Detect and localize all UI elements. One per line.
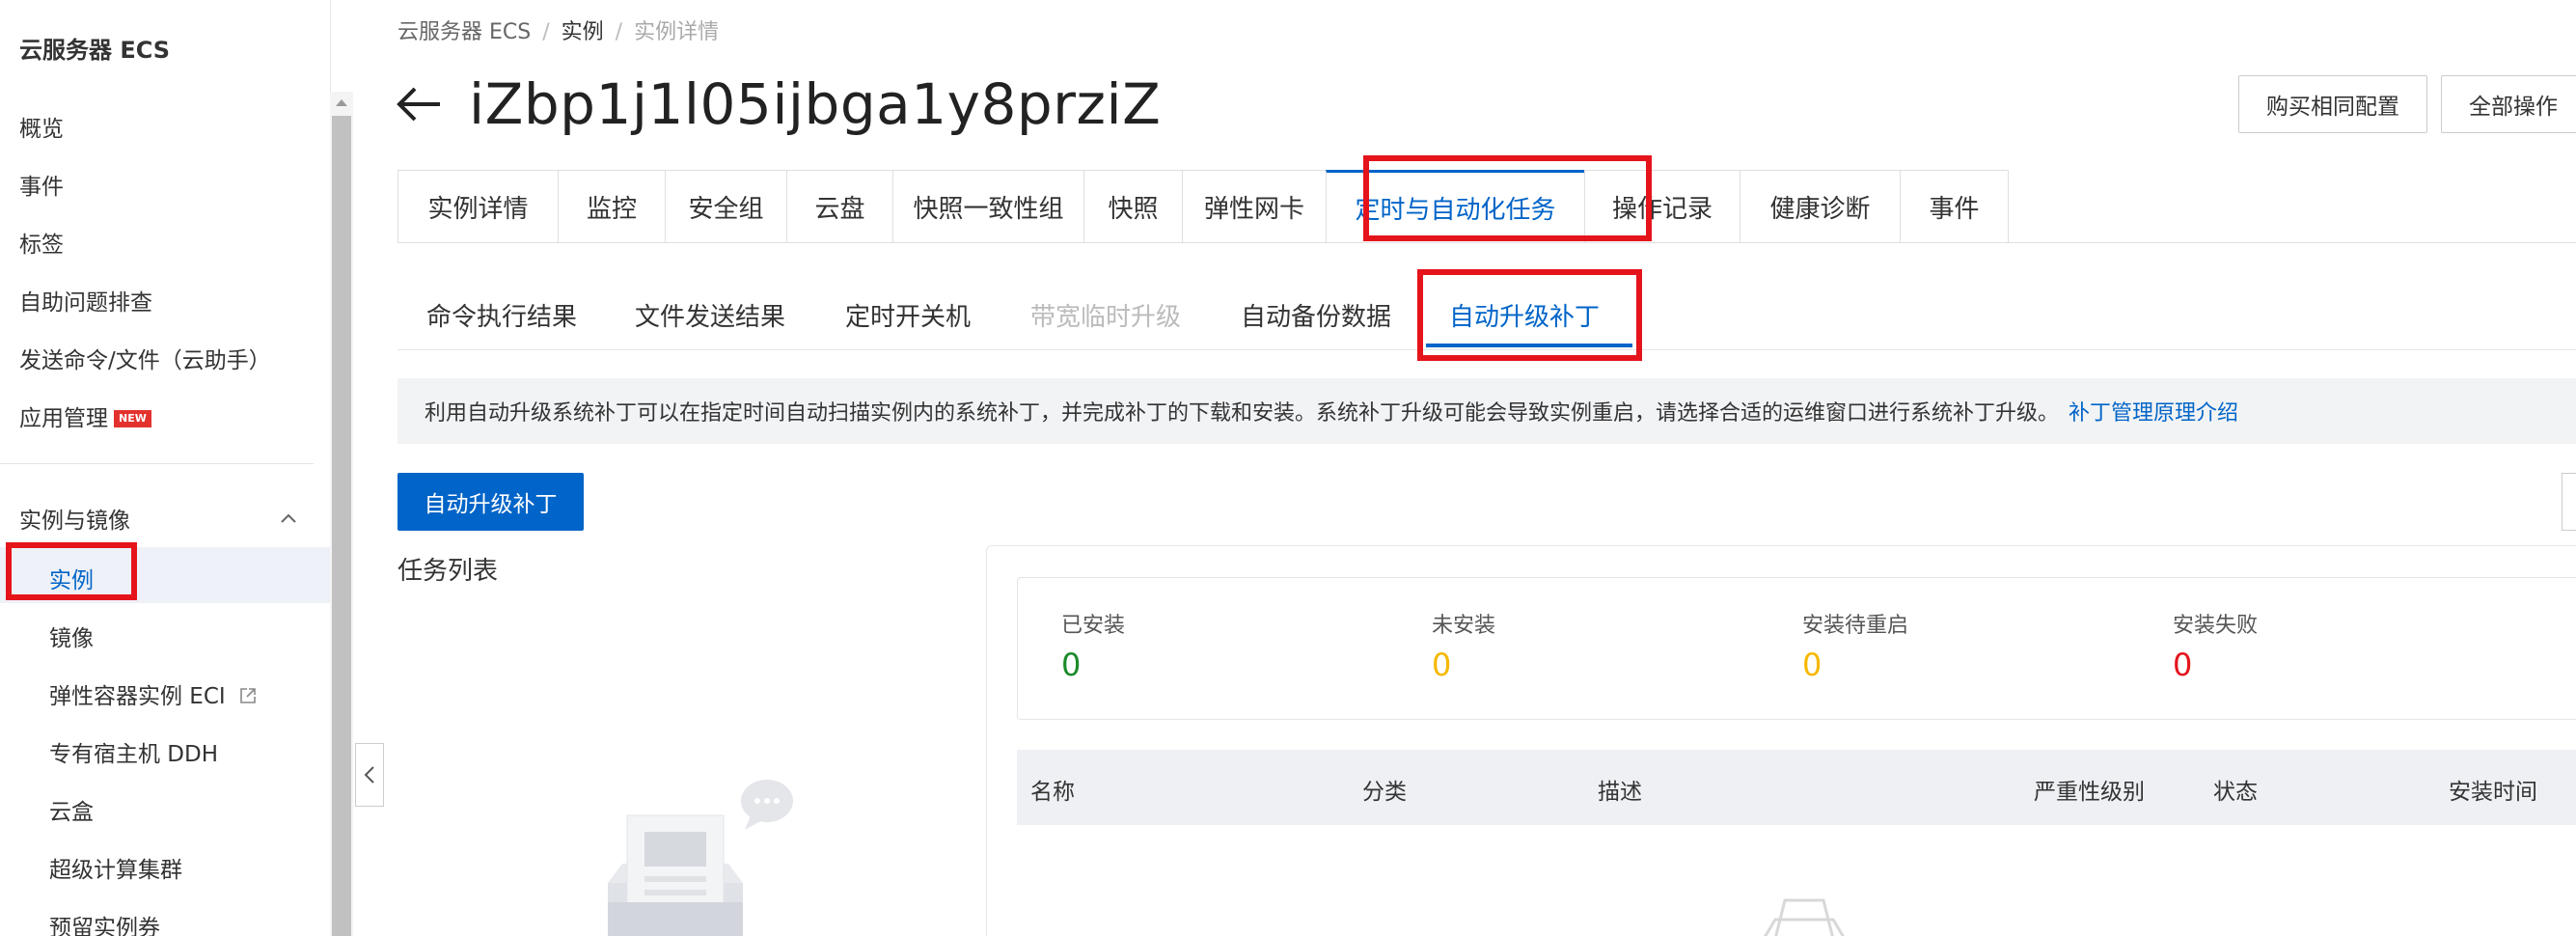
- sidebar-item-reserved-instances[interactable]: 预留实例券: [49, 909, 160, 936]
- sidebar-group-instances-images[interactable]: 实例与镜像: [19, 502, 130, 535]
- info-banner: 利用自动升级系统补丁可以在指定时间自动扫描实例内的系统补丁，并完成补丁的下载和安…: [397, 378, 2576, 444]
- stat-not-installed-value: 0: [1432, 647, 1452, 683]
- sidebar-item-label: 应用管理: [19, 406, 108, 431]
- breadcrumb: 云服务器 ECS / 实例 / 实例详情: [397, 20, 720, 44]
- chevron-up-icon[interactable]: [280, 509, 297, 527]
- sidebar-item-app-management[interactable]: 应用管理 NEW: [19, 399, 151, 432]
- sidebar-item-tags[interactable]: 标签: [19, 226, 64, 259]
- tab-instance-detail[interactable]: 实例详情: [397, 170, 558, 243]
- column-header-install-time: 安装时间: [2449, 780, 2537, 805]
- sidebar-item-label: 弹性容器实例 ECI: [49, 684, 226, 709]
- instance-tabs: 实例详情 监控 安全组 云盘 快照一致性组 快照 弹性网卡 定时与自动化任务 操…: [397, 170, 2009, 243]
- empty-inbox-icon: [1764, 898, 1845, 936]
- patch-principles-link[interactable]: 补丁管理原理介绍: [2069, 396, 2238, 427]
- subtab-command-results[interactable]: 命令执行结果: [426, 297, 577, 333]
- stat-installed-label: 已安装: [1061, 614, 1126, 638]
- sidebar-item-images[interactable]: 镜像: [49, 619, 94, 652]
- task-list-heading: 任务列表: [397, 557, 499, 586]
- patch-stats-summary: [1017, 577, 2576, 720]
- column-header-severity: 严重性级别: [2034, 780, 2145, 805]
- tabs-divider: [397, 242, 2576, 243]
- sidebar-item-supercomputing-cluster[interactable]: 超级计算集群: [49, 851, 182, 884]
- breadcrumb-item-instances[interactable]: 实例: [562, 20, 604, 44]
- tab-snapshot[interactable]: 快照: [1083, 170, 1182, 243]
- stat-failed-value: 0: [2173, 647, 2193, 683]
- sidebar-item-self-troubleshoot[interactable]: 自助问题排查: [19, 284, 152, 317]
- subtab-file-send-results[interactable]: 文件发送结果: [635, 297, 785, 333]
- auto-patch-upgrade-button[interactable]: 自动升级补丁: [397, 473, 584, 531]
- empty-state-illustration: [608, 780, 793, 936]
- annotation-highlight-instances: [6, 542, 137, 600]
- annotation-highlight-patch-subtab: [1417, 269, 1642, 361]
- breadcrumb-item-ecs[interactable]: 云服务器 ECS: [397, 20, 531, 44]
- tab-events[interactable]: 事件: [1900, 170, 2009, 243]
- toolbar-right-button[interactable]: [2562, 473, 2576, 531]
- external-link-icon: [240, 688, 256, 703]
- tab-snapshot-consistency-group[interactable]: 快照一致性组: [892, 170, 1083, 243]
- annotation-highlight-automation-tab: [1363, 155, 1652, 241]
- tab-monitoring[interactable]: 监控: [558, 170, 665, 243]
- stat-failed-label: 安装失败: [2173, 614, 2259, 638]
- sidebar: 云服务器 ECS 概览 事件 标签 自助问题排查 发送命令/文件（云助手） 应用…: [0, 0, 331, 936]
- subtab-scheduled-power[interactable]: 定时开关机: [845, 297, 971, 333]
- info-text: 利用自动升级系统补丁可以在指定时间自动扫描实例内的系统补丁，并完成补丁的下载和安…: [425, 401, 2060, 426]
- column-header-status: 状态: [2213, 780, 2258, 805]
- sidebar-item-overview[interactable]: 概览: [19, 110, 64, 143]
- subtab-bandwidth-upgrade: 带宽临时升级: [1030, 303, 1182, 332]
- sidebar-item-events[interactable]: 事件: [19, 168, 64, 201]
- patch-table-header: [1017, 750, 2576, 825]
- stat-not-installed-label: 未安装: [1432, 614, 1496, 638]
- tab-cloud-disk[interactable]: 云盘: [786, 170, 892, 243]
- sidebar-title: 云服务器 ECS: [19, 37, 171, 64]
- sidebar-item-send-command[interactable]: 发送命令/文件（云助手）: [19, 342, 271, 374]
- chevron-left-icon: [364, 766, 374, 784]
- sidebar-item-cloud-box[interactable]: 云盒: [49, 793, 94, 826]
- scrollbar-thumb[interactable]: [332, 116, 351, 936]
- column-header-category: 分类: [1362, 780, 1407, 805]
- all-operations-dropdown[interactable]: 全部操作: [2441, 75, 2576, 133]
- breadcrumb-item-instance-detail: 实例详情: [634, 20, 720, 44]
- new-badge: NEW: [114, 410, 151, 427]
- all-operations-label: 全部操作: [2469, 95, 2558, 120]
- sidebar-item-ddh[interactable]: 专有宿主机 DDH: [49, 735, 218, 768]
- tab-security-group[interactable]: 安全组: [665, 170, 786, 243]
- collapse-sidebar-button[interactable]: [355, 743, 384, 807]
- stat-pending-reboot-value: 0: [1802, 647, 1822, 683]
- stat-installed-value: 0: [1061, 647, 1082, 683]
- page-title: iZbp1j1l05ijbga1y8prziZ: [469, 71, 1162, 137]
- stat-pending-reboot-label: 安装待重启: [1802, 614, 1909, 638]
- sidebar-divider: [0, 463, 314, 464]
- scroll-up-arrow-icon[interactable]: [336, 99, 347, 106]
- back-arrow-icon[interactable]: [396, 85, 444, 124]
- buy-same-config-button[interactable]: 购买相同配置: [2238, 75, 2427, 133]
- tab-elastic-nic[interactable]: 弹性网卡: [1182, 170, 1326, 243]
- column-header-description: 描述: [1598, 780, 1642, 805]
- subtab-auto-backup[interactable]: 自动备份数据: [1241, 297, 1391, 333]
- tab-health-diagnosis[interactable]: 健康诊断: [1740, 170, 1900, 243]
- column-header-name: 名称: [1030, 780, 1075, 805]
- sidebar-item-eci[interactable]: 弹性容器实例 ECI: [49, 677, 258, 710]
